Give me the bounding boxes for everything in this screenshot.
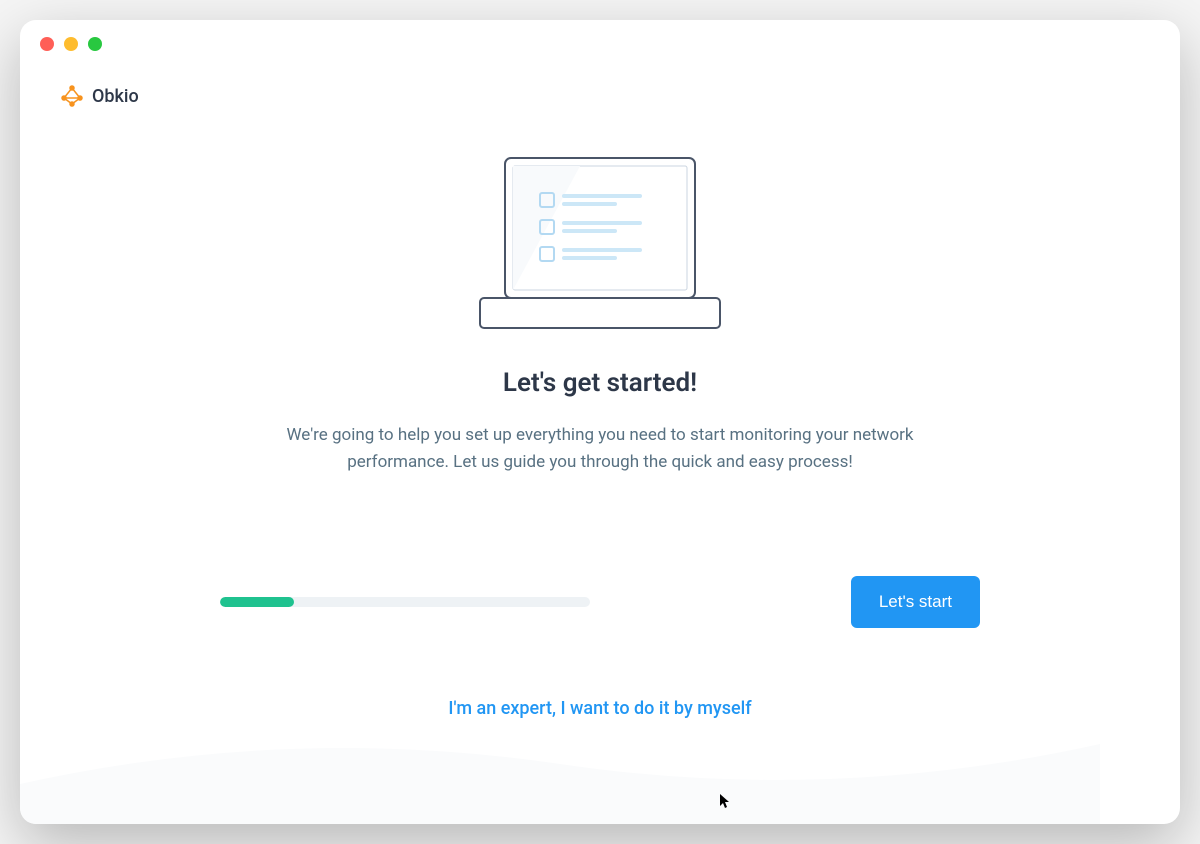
close-window-button[interactable] [40,37,54,51]
app-window: Obkio Let's get started! [20,20,1180,824]
minimize-window-button[interactable] [64,37,78,51]
laptop-illustration-icon [450,148,750,348]
content-area: Obkio Let's get started! [20,68,1180,824]
action-row: Let's start [220,576,980,628]
window-titlebar [20,20,1180,68]
onboarding-heading: Let's get started! [503,368,697,398]
brand-logo[interactable]: Obkio [60,84,1140,108]
onboarding-description: We're going to help you set up everythin… [240,422,960,476]
start-button[interactable]: Let's start [851,576,980,628]
mouse-cursor-icon [720,794,732,810]
obkio-logo-icon [60,84,84,108]
brand-name: Obkio [92,86,139,107]
progress-bar [220,597,590,607]
progress-fill [220,597,294,607]
onboarding-main: Let's get started! We're going to help y… [60,148,1140,719]
skip-onboarding-link[interactable]: I'm an expert, I want to do it by myself [448,698,751,719]
background-wave-decoration [20,704,1100,824]
maximize-window-button[interactable] [88,37,102,51]
